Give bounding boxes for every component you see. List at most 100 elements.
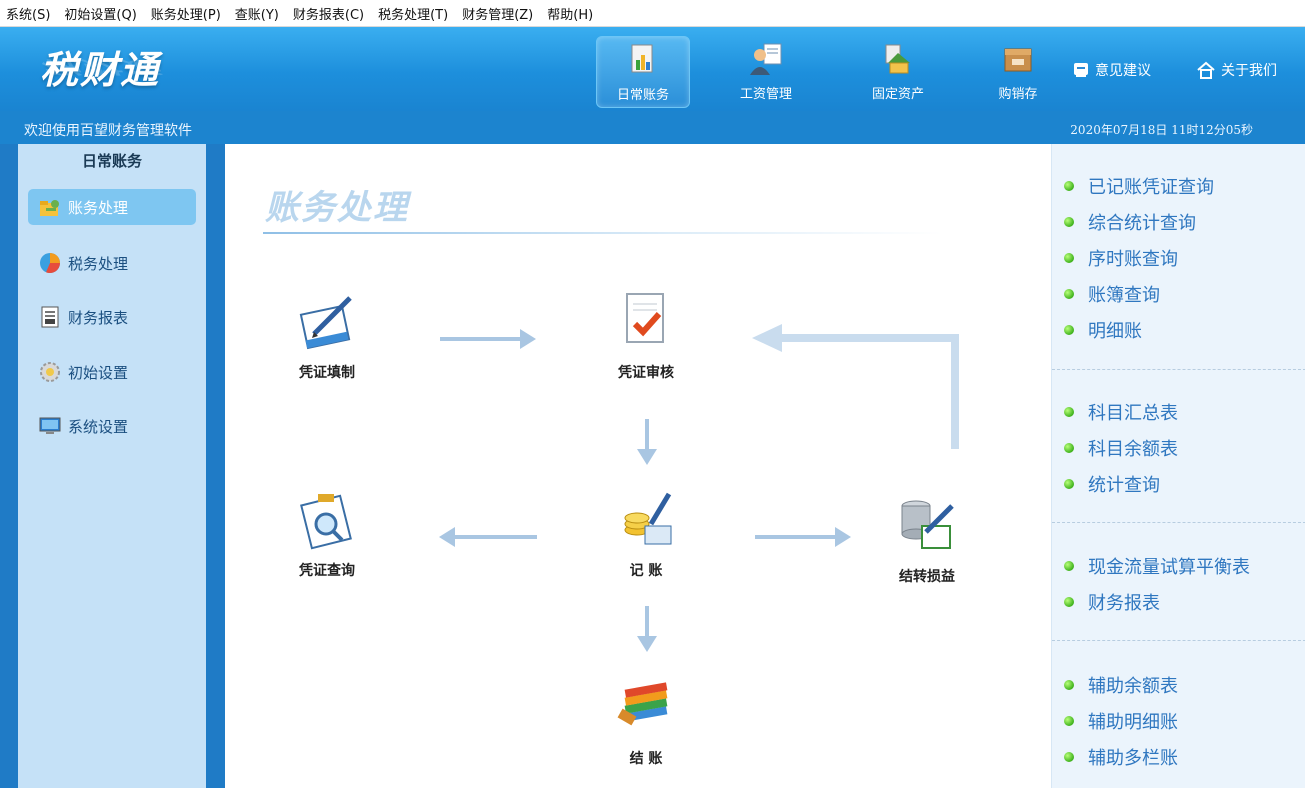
- menu-finance-management[interactable]: 财务管理(Z): [456, 4, 541, 23]
- quick-link[interactable]: 账簿查询: [1052, 276, 1305, 312]
- quick-link[interactable]: 财务报表: [1052, 584, 1305, 620]
- arrow-down-icon: [637, 606, 657, 652]
- sidebar-item-label: 初始设置: [68, 363, 129, 382]
- quick-link[interactable]: 辅助多栏账: [1052, 739, 1305, 775]
- node-label: 凭证查询: [299, 563, 355, 579]
- welcome-text: 欢迎使用百望财务管理软件: [24, 123, 192, 139]
- report-doc-icon: [41, 306, 59, 328]
- coins-pen-icon: [611, 486, 681, 556]
- fixed-asset-icon: [880, 41, 916, 77]
- menu-tax[interactable]: 税务处理(T): [372, 4, 456, 23]
- quick-link[interactable]: 辅助明细账: [1052, 703, 1305, 739]
- quick-link-label: 科目汇总表: [1088, 403, 1178, 424]
- menu-initial-settings[interactable]: 初始设置(Q): [58, 4, 144, 23]
- node-label: 凭证审核: [618, 365, 674, 381]
- node-voucher-entry[interactable]: 凭证填制: [272, 288, 382, 382]
- quick-link-label: 账簿查询: [1088, 285, 1160, 306]
- menu-financial-reports[interactable]: 财务报表(C): [287, 4, 372, 23]
- quick-link[interactable]: 明细账: [1052, 312, 1305, 348]
- topnav-daily-accounting[interactable]: 日常账务: [596, 36, 690, 108]
- status-subbar: 欢迎使用百望财务管理软件 2020年07月18日 11时12分05秒: [0, 111, 1305, 144]
- bullet-dot-icon: [1064, 680, 1074, 690]
- quick-link[interactable]: 综合统计查询: [1052, 204, 1305, 240]
- quick-link-label: 辅助余额表: [1088, 676, 1178, 697]
- topnav-fixed-assets[interactable]: 固定资产: [852, 36, 944, 106]
- sidebar-item-initial-settings[interactable]: 初始设置: [28, 354, 196, 390]
- monitor-icon: [39, 417, 61, 434]
- topnav-payroll[interactable]: 工资管理: [720, 36, 812, 106]
- topnav-label: 固定资产: [871, 87, 924, 102]
- sidebar-item-label: 系统设置: [68, 417, 129, 436]
- quick-link[interactable]: 已记账凭证查询: [1052, 168, 1305, 204]
- about-link[interactable]: 关于我们: [1196, 60, 1277, 80]
- ledger-chart-icon: [625, 42, 661, 78]
- quick-link[interactable]: 辅助余额表: [1052, 667, 1305, 703]
- sidebar-item-tax[interactable]: 税务处理: [28, 245, 196, 281]
- sidebar-item-label: 税务处理: [68, 254, 129, 273]
- quick-link[interactable]: 科目余额表: [1052, 430, 1305, 466]
- payroll-person-icon: [748, 41, 784, 77]
- quick-link-label: 序时账查询: [1088, 249, 1178, 270]
- node-posting[interactable]: 记 账: [591, 486, 701, 580]
- inventory-box-icon: [1000, 41, 1036, 77]
- sidebar-title: 日常账务: [81, 152, 142, 170]
- quick-link-group: 已记账凭证查询 综合统计查询 序时账查询 账簿查询 明细账: [1052, 168, 1305, 348]
- clipboard-search-icon: [292, 486, 362, 556]
- voucher-pen-icon: [292, 288, 362, 358]
- topnav-inventory[interactable]: 购销存: [972, 36, 1064, 106]
- app-header: 税财通 税财通 日常账务 工资管理 固定资产 购销存 意见建议 关于我们: [0, 27, 1305, 111]
- quick-link[interactable]: 序时账查询: [1052, 240, 1305, 276]
- menu-accounting[interactable]: 账务处理(P): [145, 4, 229, 23]
- bullet-dot-icon: [1064, 479, 1074, 489]
- arrow-right-icon: [440, 329, 536, 349]
- quick-link-label: 明细账: [1088, 321, 1142, 342]
- topnav-label: 日常账务: [616, 88, 669, 103]
- arrow-left-icon: [439, 527, 537, 547]
- gear-icon: [40, 362, 60, 382]
- quick-link[interactable]: 科目汇总表: [1052, 394, 1305, 430]
- sidebar-item-system-settings[interactable]: 系统设置: [28, 408, 196, 444]
- topnav-label: 工资管理: [739, 87, 792, 102]
- quick-link-label: 财务报表: [1088, 593, 1160, 614]
- node-voucher-review[interactable]: 凭证审核: [591, 288, 701, 382]
- menu-system[interactable]: 系统(S): [0, 4, 58, 23]
- node-carry-forward[interactable]: 结转损益: [872, 492, 982, 586]
- node-voucher-query[interactable]: 凭证查询: [272, 486, 382, 580]
- quick-link-label: 已记账凭证查询: [1088, 177, 1214, 198]
- menu-help[interactable]: 帮助(H): [541, 4, 601, 23]
- sidebar-item-label: 账务处理: [68, 198, 129, 217]
- bullet-dot-icon: [1064, 561, 1074, 571]
- checked-doc-icon: [611, 288, 681, 358]
- feedback-label: 意见建议: [1095, 63, 1151, 79]
- arrow-down-icon: [637, 419, 657, 465]
- quick-link-label: 辅助多栏账: [1088, 748, 1178, 769]
- quick-link-label: 统计查询: [1088, 475, 1160, 496]
- quick-link[interactable]: 现金流量试算平衡表: [1052, 548, 1305, 584]
- node-closing[interactable]: 结 账: [591, 674, 701, 768]
- about-label: 关于我们: [1221, 63, 1277, 79]
- feedback-icon: [1074, 63, 1088, 77]
- quick-link[interactable]: 统计查询: [1052, 466, 1305, 502]
- node-label: 记 账: [629, 563, 663, 579]
- bullet-dot-icon: [1064, 181, 1074, 191]
- menu-audit[interactable]: 查账(Y): [229, 4, 287, 23]
- bullet-dot-icon: [1064, 407, 1074, 417]
- node-label: 结转损益: [899, 569, 955, 585]
- quick-link-label: 现金流量试算平衡表: [1088, 557, 1250, 578]
- divider: [1052, 522, 1305, 523]
- sidebar-item-reports[interactable]: 财务报表: [28, 299, 196, 335]
- home-icon: [1197, 61, 1215, 79]
- quick-link-label: 辅助明细账: [1088, 712, 1178, 733]
- database-pen-icon: [892, 492, 962, 562]
- node-label: 凭证填制: [299, 365, 355, 381]
- feedback-link[interactable]: 意见建议: [1072, 60, 1151, 80]
- app-logo-reflection: 税财通: [40, 57, 161, 78]
- bullet-dot-icon: [1064, 253, 1074, 263]
- sidebar-item-label: 财务报表: [68, 308, 129, 327]
- node-label: 结 账: [629, 751, 663, 767]
- sidebar-item-accounting[interactable]: 账务处理: [28, 189, 196, 225]
- pie-chart-icon: [40, 253, 61, 274]
- bullet-dot-icon: [1064, 752, 1074, 762]
- page-title: 账务处理: [265, 188, 409, 228]
- bullet-dot-icon: [1064, 217, 1074, 227]
